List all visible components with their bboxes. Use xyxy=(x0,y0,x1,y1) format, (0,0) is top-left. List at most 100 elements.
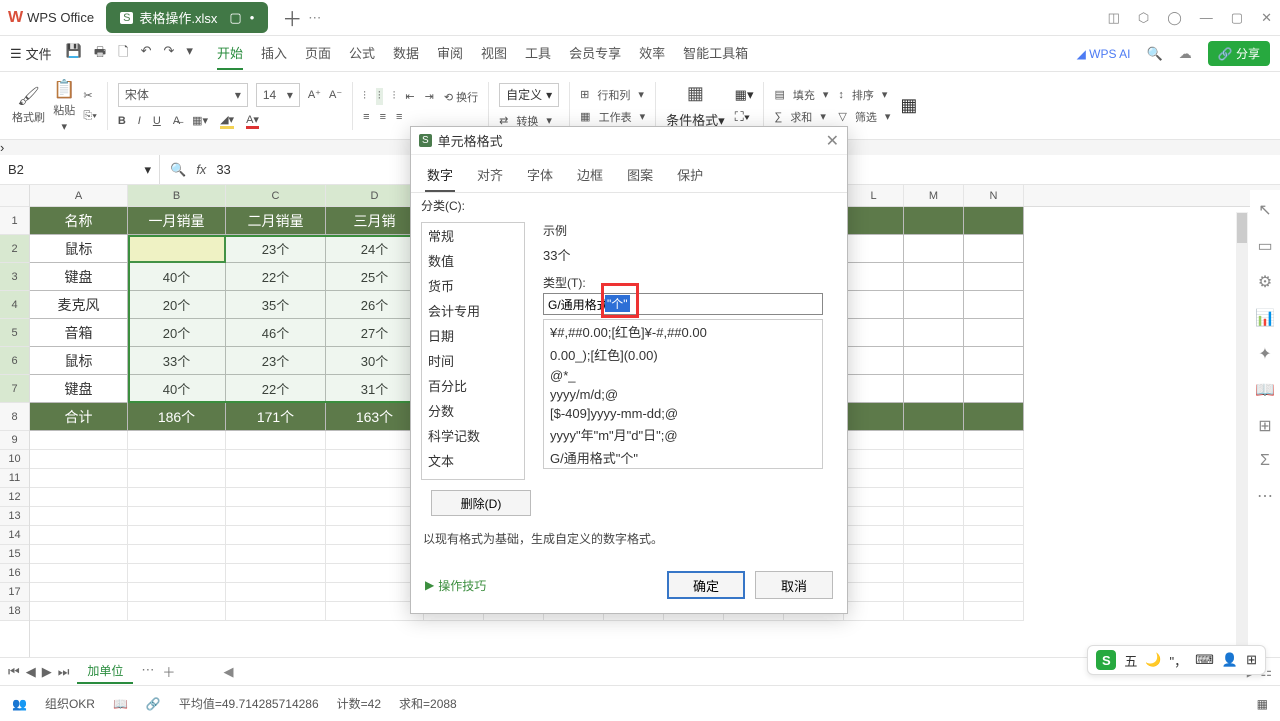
ribbon-tab-会员专享[interactable]: 会员专享 xyxy=(569,37,621,70)
ribbon-tab-开始[interactable]: 开始 xyxy=(217,37,243,70)
settings-icon[interactable]: ⚙ xyxy=(1258,272,1272,292)
column-header[interactable]: L xyxy=(844,185,904,206)
cell[interactable] xyxy=(844,235,904,263)
dialog-tab-字体[interactable]: 字体 xyxy=(525,161,555,192)
cell[interactable] xyxy=(30,545,128,564)
row-header[interactable]: 10 xyxy=(0,450,29,469)
cell[interactable]: 一月销量 xyxy=(128,207,226,235)
select-icon[interactable]: ▭ xyxy=(1257,236,1272,256)
ime-user-icon[interactable]: 👤 xyxy=(1222,652,1238,668)
cell[interactable]: 33个 xyxy=(128,235,226,263)
row-header[interactable]: 3 xyxy=(0,263,29,291)
ribbon-tab-审阅[interactable]: 审阅 xyxy=(437,37,463,70)
dialog-tab-对齐[interactable]: 对齐 xyxy=(475,161,505,192)
category-item[interactable]: 日期 xyxy=(422,323,524,348)
cell[interactable] xyxy=(964,583,1024,602)
qat-dropdown-icon[interactable]: ▾ xyxy=(186,43,193,65)
cell[interactable] xyxy=(964,347,1024,375)
cell[interactable] xyxy=(128,488,226,507)
cell[interactable]: 麦克风 xyxy=(30,291,128,319)
cell[interactable] xyxy=(904,526,964,545)
row-header[interactable]: 11 xyxy=(0,469,29,488)
view-normal-icon[interactable]: ▦ xyxy=(1257,697,1268,711)
cell[interactable] xyxy=(964,602,1024,621)
increase-indent-icon[interactable]: ⇥ xyxy=(425,90,434,103)
cell[interactable] xyxy=(128,469,226,488)
cell[interactable] xyxy=(844,507,904,526)
cell[interactable]: 35个 xyxy=(226,291,326,319)
cell[interactable] xyxy=(904,263,964,291)
cell[interactable] xyxy=(844,602,904,621)
row-header[interactable]: 8 xyxy=(0,403,29,431)
cell[interactable] xyxy=(226,450,326,469)
ribbon-tab-智能工具箱[interactable]: 智能工具箱 xyxy=(683,37,748,70)
category-list[interactable]: 常规数值货币会计专用日期时间百分比分数科学记数文本特殊自定义 xyxy=(421,222,525,480)
category-item[interactable]: 科学记数 xyxy=(422,423,524,448)
cube-icon[interactable]: ⬡ xyxy=(1138,10,1149,26)
cell[interactable] xyxy=(844,291,904,319)
cell[interactable] xyxy=(128,545,226,564)
cell[interactable] xyxy=(904,450,964,469)
fill-color-icon[interactable]: ◢▾ xyxy=(220,113,234,129)
cell[interactable] xyxy=(904,583,964,602)
cell[interactable] xyxy=(128,602,226,621)
bold-icon[interactable]: B xyxy=(118,115,126,127)
sheet-tab[interactable]: 加单位 xyxy=(77,659,133,684)
cell[interactable] xyxy=(844,319,904,347)
column-header[interactable]: B xyxy=(128,185,226,206)
underline-icon[interactable]: U xyxy=(153,115,161,127)
cell[interactable] xyxy=(964,469,1024,488)
cell[interactable]: 鼠标 xyxy=(30,235,128,263)
cell[interactable]: 23个 xyxy=(226,235,326,263)
ribbon-tab-页面[interactable]: 页面 xyxy=(305,37,331,70)
format-painter-button[interactable]: 🖌格式刷 xyxy=(12,86,45,125)
decrease-indent-icon[interactable]: ⇤ xyxy=(405,90,414,103)
cell[interactable]: 171个 xyxy=(226,403,326,431)
redo-icon[interactable]: ↷ xyxy=(164,43,175,65)
cell[interactable] xyxy=(30,507,128,526)
cell[interactable] xyxy=(964,564,1024,583)
cell[interactable] xyxy=(904,403,964,431)
ime-punct-icon[interactable]: "， xyxy=(1170,651,1188,670)
maximize-icon[interactable]: ▢ xyxy=(1231,10,1243,26)
ime-moon-icon[interactable]: 🌙 xyxy=(1145,652,1161,668)
row-header[interactable]: 5 xyxy=(0,319,29,347)
cell[interactable]: 20个 xyxy=(128,291,226,319)
category-item[interactable]: 文本 xyxy=(422,448,524,473)
cell[interactable] xyxy=(904,602,964,621)
cell[interactable]: 20个 xyxy=(128,319,226,347)
border-icon[interactable]: ▦▾ xyxy=(192,114,208,127)
fx-icon[interactable]: fx xyxy=(196,162,206,177)
cell[interactable] xyxy=(844,450,904,469)
cell[interactable] xyxy=(844,431,904,450)
avatar-icon[interactable]: ◯ xyxy=(1167,10,1182,26)
share-button[interactable]: 🔗 分享 xyxy=(1208,41,1270,66)
dialog-tab-边框[interactable]: 边框 xyxy=(575,161,605,192)
cell[interactable] xyxy=(904,488,964,507)
cell[interactable] xyxy=(844,526,904,545)
hscroll-left[interactable]: ◀ xyxy=(223,664,233,680)
cell[interactable]: 二月销量 xyxy=(226,207,326,235)
format-item[interactable]: yyyy/m/d;@ xyxy=(544,385,822,404)
formula-value[interactable]: 33 xyxy=(216,162,230,177)
cell[interactable]: 音箱 xyxy=(30,319,128,347)
ribbon-tab-效率[interactable]: 效率 xyxy=(639,37,665,70)
category-item[interactable]: 特殊 xyxy=(422,473,524,480)
cell[interactable] xyxy=(128,583,226,602)
type-input[interactable] xyxy=(543,293,823,315)
print-icon[interactable]: 🖶 xyxy=(94,43,106,65)
decrease-font-icon[interactable]: A⁻ xyxy=(329,88,342,101)
cell[interactable] xyxy=(904,431,964,450)
cell[interactable] xyxy=(904,347,964,375)
increase-font-icon[interactable]: A⁺ xyxy=(308,88,321,101)
number-format-select[interactable]: 自定义 ▾ xyxy=(499,83,559,107)
minimize-icon[interactable]: — xyxy=(1200,10,1213,26)
cell[interactable] xyxy=(964,235,1024,263)
select-all-corner[interactable] xyxy=(0,185,29,207)
format-item[interactable]: 0.00_);[红色](0.00) xyxy=(544,343,822,366)
row-header[interactable]: 15 xyxy=(0,545,29,564)
wps-ai-button[interactable]: ◢ WPS AI xyxy=(1077,47,1131,61)
org-label[interactable]: 组织OKR xyxy=(45,695,95,712)
cloud-icon[interactable]: ☁ xyxy=(1179,46,1192,62)
search-icon[interactable]: 🔍 xyxy=(1147,46,1163,62)
